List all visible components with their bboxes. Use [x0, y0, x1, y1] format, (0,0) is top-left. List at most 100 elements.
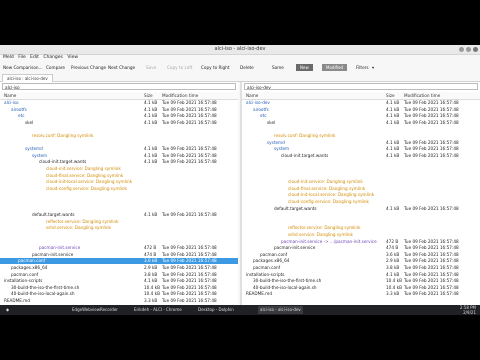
menu-edit[interactable]: Edit — [30, 55, 39, 60]
tree-row-time: Tue 09 Feb 2021 16:57:48 — [162, 251, 217, 257]
name-column-header[interactable]: Name — [4, 92, 16, 99]
name-column-header[interactable]: Name — [246, 92, 258, 99]
tree-row[interactable]: cloud-init.target.wants 4.1 kB Tue 09 Feb … — [0, 159, 238, 165]
tab-comparison[interactable]: alci-iso : alci-iso-dev — [2, 74, 53, 82]
tree-row[interactable]: cloud-init-local.service: Dangling symli… — [0, 179, 238, 185]
tree-row-size: 4.1 kB — [386, 113, 400, 119]
time-column-header[interactable]: Modification time — [404, 92, 440, 99]
tree-row[interactable]: default.target.wants 4.1 kB Tue 09 Feb 202… — [0, 212, 238, 218]
tree-row-size: 10.4 kB — [386, 278, 402, 284]
same-filter-button[interactable]: Same — [272, 65, 284, 70]
tree-row[interactable]: reflector.service: Dangling symlink — [242, 225, 480, 231]
tree-row[interactable]: skel 4.1 kB Tue 09 Feb 2021 16:57:48 — [242, 120, 480, 126]
tree-row[interactable]: alci-iso-dev 4.1 kB Tue 09 Feb 2021 16:57:… — [242, 100, 480, 106]
tree-row[interactable]: resolv.conf: Dangling symlink — [0, 133, 238, 139]
chevron-down-icon[interactable]: ▾ — [372, 65, 374, 70]
menu-changes[interactable]: Changes — [43, 55, 63, 60]
tree-row-name: pacman-init.service -> .../pacman-init.s… — [281, 238, 377, 244]
tree-row[interactable]: system 4.1 kB Tue 09 Feb 2021 16:57:48 — [242, 146, 480, 152]
size-column-header[interactable]: Size — [144, 92, 153, 99]
tree-row[interactable]: installation-scripts 4.1 kB Tue 09 Feb 202… — [242, 272, 480, 278]
tree-row-size: 4.1 kB — [386, 146, 400, 152]
tree-row[interactable]: packages.x86_64 2.9 kB Tue 09 Feb 2021 16:… — [242, 258, 480, 264]
tree-row[interactable]: packages.x86_64 2.9 kB Tue 09 Feb 2021 16:… — [0, 265, 238, 271]
tree-row[interactable]: pacman.conf 3.6 kB Tue 09 Feb 2021 16:57:4… — [242, 252, 480, 258]
tree-row[interactable]: cloud-init.service: Dangling symlink — [0, 166, 238, 172]
minimize-button[interactable] — [459, 47, 464, 52]
tree-row[interactable]: 40-build-the-iso-local-again.sh 10.4 kB Tu… — [242, 285, 480, 291]
tree-row[interactable]: cloud-init-local.service: Dangling symli… — [242, 192, 480, 198]
tree-row-time: Tue 09 Feb 2021 16:57:48 — [404, 106, 459, 112]
tree-row[interactable]: systemd 4.1 kB Tue 09 Feb 2021 16:57:48 — [242, 140, 480, 146]
tree-row[interactable]: README.md 3.3 kB Tue 09 Feb 2021 16:57:48 — [0, 298, 238, 304]
tree-row[interactable]: system 4.1 kB Tue 09 Feb 2021 16:57:48 — [0, 153, 238, 159]
tree-row-size: 4.1 kB — [386, 106, 400, 112]
tree-row — [242, 166, 480, 172]
menu-view[interactable]: View — [67, 55, 78, 60]
tree-row-size: 4.1 kB — [144, 159, 158, 165]
tree-row[interactable]: cloud-final.service: Dangling symlink — [242, 186, 480, 192]
tree-row[interactable]: 30-build-the-iso-the-first-time.sh 10.4 k… — [0, 285, 238, 291]
tree-row[interactable]: default.target.wants 4.1 kB Tue 09 Feb 202… — [242, 206, 480, 212]
tree-row[interactable]: pacman-init.service 472 B Tue 09 Feb 2021 … — [0, 245, 238, 251]
tree-row[interactable]: README.md 3.3 kB Tue 09 Feb 2021 16:57:48 — [242, 291, 480, 297]
tree-row — [0, 232, 238, 238]
save-button[interactable]: Save — [146, 65, 156, 70]
tree-row[interactable]: pacman.conf 3.8 kB Tue 09 Feb 2021 16:57:4… — [0, 272, 238, 278]
tree-row[interactable]: 30-build-the-iso-the-first-time.sh 10.4 k… — [242, 278, 480, 284]
time-column-header[interactable]: Modification time — [162, 92, 198, 99]
tree-row[interactable]: reflector.service: Dangling symlink — [0, 219, 238, 225]
tree-row[interactable]: pacman-init.service 474 B Tue 09 Feb 2021 … — [242, 245, 480, 251]
tree-row[interactable]: pacman-init.service -> .../pacman-init.s… — [242, 239, 480, 245]
taskbar-app-meld[interactable]: alci-iso - alci-iso-dev — [258, 306, 303, 314]
tree-row-time: Tue 09 Feb 2021 16:57:48 — [404, 119, 459, 125]
tree-row[interactable]: sshd.service: Dangling symlink — [0, 225, 238, 231]
next-change-button[interactable]: Next Change — [108, 65, 135, 70]
tree-row[interactable]: airootfs 4.1 kB Tue 09 Feb 2021 16:57:48 — [242, 107, 480, 113]
tree-row[interactable]: systemd 4.1 kB Tue 09 Feb 2021 16:57:48 — [0, 146, 238, 152]
taskbar-app-chrome[interactable]: Erikdeh - ALCI - Chrome — [132, 306, 184, 314]
window-title: alci-iso - alci-iso-dev — [214, 46, 266, 52]
taskbar-app-recorder[interactable]: EdgeWebviewRecorder — [70, 306, 120, 314]
taskbar-app-dolphin[interactable]: Desktop - Dolphin — [196, 306, 236, 314]
left-pane: alci-iso Name Size Modification time alc… — [0, 82, 238, 305]
tree-row[interactable]: cloud-config.service: Dangling symlink — [0, 186, 238, 192]
maximize-button[interactable] — [466, 47, 471, 52]
right-path-field[interactable]: alci-iso-dev — [244, 83, 478, 90]
menu-meld[interactable]: Meld — [3, 55, 14, 60]
tree-row[interactable]: pacman.conf 3.6 kB Tue 09 Feb 2021 16:57:4… — [0, 258, 238, 265]
tree-row-time: Tue 09 Feb 2021 16:57:48 — [162, 212, 217, 218]
copy-left-button[interactable]: Copy to Left — [167, 65, 192, 70]
tree-row[interactable]: cloud-init.target.wants 4.1 kB Tue 09 Feb … — [242, 153, 480, 159]
tree-row[interactable]: cloud-config.service: Dangling symlink — [242, 199, 480, 205]
new-filter-toggle[interactable]: New — [296, 64, 313, 71]
tree-row-name: cloud-final.service: Dangling symlink — [288, 185, 366, 191]
compare-button[interactable]: Compare — [46, 65, 65, 70]
tree-row[interactable]: skel 4.1 kB Tue 09 Feb 2021 16:57:48 — [0, 120, 238, 126]
size-column-header[interactable]: Size — [386, 92, 395, 99]
tree-row[interactable]: resolv.conf: Dangling symlink — [242, 133, 480, 139]
taskbar-clock[interactable]: 2:58 PM 2/9/21 — [460, 305, 476, 315]
tree-row[interactable]: airootfs 4.1 kB Tue 09 Feb 2021 16:57:48 — [0, 107, 238, 113]
copy-right-button[interactable]: Copy to Right — [201, 65, 230, 70]
tree-row-name: skel — [267, 119, 276, 125]
tree-row[interactable]: pacman.conf 3.8 kB Tue 09 Feb 2021 16:57:4… — [242, 265, 480, 271]
tree-row[interactable]: sshd.service: Dangling symlink — [242, 232, 480, 238]
modified-filter-toggle[interactable]: Modified — [322, 64, 348, 71]
menu-file[interactable]: File — [18, 55, 26, 60]
tree-row[interactable]: pacman-init.service 474 B Tue 09 Feb 2021 … — [0, 252, 238, 258]
tree-row[interactable]: installation-scripts 4.1 kB Tue 09 Feb 202… — [0, 278, 238, 284]
left-path-field[interactable]: alci-iso — [2, 83, 236, 90]
delete-button[interactable]: Delete — [240, 65, 254, 70]
tree-row[interactable]: etc 4.1 kB Tue 09 Feb 2021 16:57:48 — [0, 113, 238, 119]
tree-row[interactable]: cloud-init.service: Dangling symlink — [242, 179, 480, 185]
tree-row[interactable]: cloud-final.service: Dangling symlink — [0, 173, 238, 179]
previous-change-button[interactable]: Previous Change — [71, 65, 106, 70]
tree-row[interactable]: alci-iso 4.1 kB Tue 09 Feb 2021 16:57:48 — [0, 100, 238, 106]
new-comparison-button[interactable]: New Comparison... — [3, 65, 43, 70]
tree-row[interactable]: etc 4.1 kB Tue 09 Feb 2021 16:57:48 — [242, 113, 480, 119]
filters-menu[interactable]: Filters — [356, 65, 369, 70]
tree-row[interactable]: 40-build-the-iso-local-again.sh 10.4 kB Tu… — [0, 291, 238, 297]
close-button[interactable] — [473, 47, 478, 52]
start-menu-icon[interactable]: ◆ — [4, 306, 11, 314]
